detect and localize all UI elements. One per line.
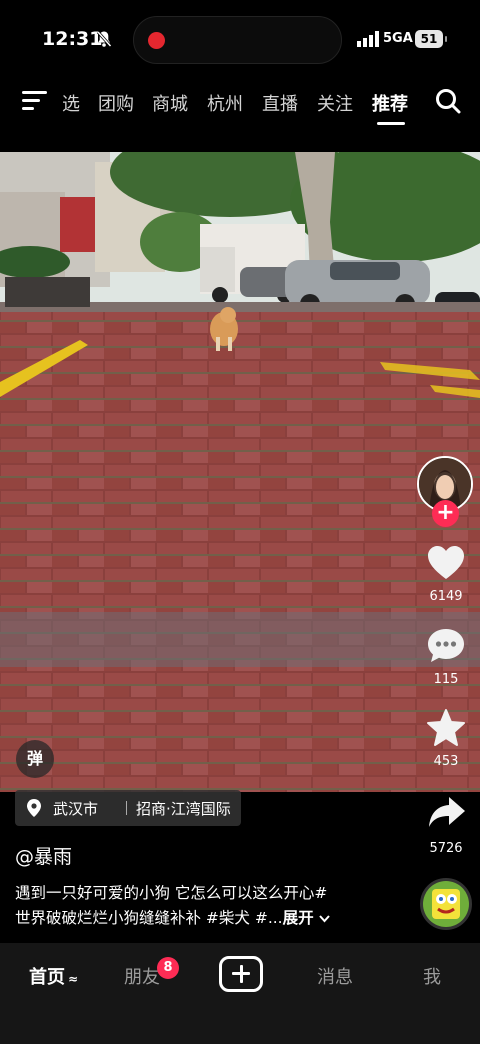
video-player[interactable] [0, 152, 480, 792]
caption-line-2: 世界破破烂烂小狗缝缝补补 #柴犬 #... [15, 909, 283, 927]
refresh-icon: ≈ [68, 972, 79, 986]
status-bar: 12:31 5GA 51 [0, 0, 480, 80]
create-post-button[interactable] [219, 956, 263, 992]
tab-home[interactable]: 首页 ≈ [29, 963, 78, 989]
author-handle[interactable]: @暴雨 [15, 842, 72, 869]
recording-indicator [148, 32, 165, 49]
share-count: 5726 [429, 841, 463, 856]
bottom-tab-bar: 首页 ≈ 朋友 8 消息 我 [0, 943, 480, 1044]
location-pin-icon [27, 799, 41, 817]
comment-icon[interactable] [426, 626, 466, 666]
menu-icon[interactable] [22, 91, 47, 111]
friends-badge: 8 [157, 957, 179, 979]
tab-mall[interactable]: 商城 [152, 90, 188, 116]
network-type: 5GA [383, 31, 413, 46]
active-tab-indicator [377, 122, 405, 125]
tab-following[interactable]: 关注 [317, 90, 353, 116]
danmu-toggle-button[interactable]: 弹 [16, 740, 54, 778]
location-divider [126, 801, 127, 815]
post-caption: 遇到一只好可爱的小狗 它怎么可以这么开心# 世界破破烂烂小狗缝缝补补 #柴犬 #… [15, 881, 410, 931]
location-place: 招商·江湾国际 [136, 800, 231, 818]
share-arrow-icon[interactable] [427, 795, 467, 831]
tab-recommend[interactable]: 推荐 [372, 90, 408, 116]
favorite-count: 453 [433, 754, 459, 769]
favorite-star-icon[interactable] [426, 708, 466, 748]
location-city: 武汉市 [53, 800, 99, 818]
follow-button[interactable]: + [432, 500, 459, 527]
caption-line-1: 遇到一只好可爱的小狗 它怎么可以这么开心# [15, 884, 328, 902]
signal-strength-icon [357, 31, 379, 47]
clock: 12:31 [42, 28, 103, 50]
tab-live[interactable]: 直播 [262, 90, 298, 116]
tab-group-buy[interactable]: 团购 [98, 90, 134, 116]
battery-indicator: 51 [415, 30, 447, 48]
dynamic-island [133, 16, 342, 64]
bell-muted-icon [96, 31, 112, 47]
tab-select[interactable]: 选 [62, 90, 80, 116]
tab-hangzhou[interactable]: 杭州 [207, 90, 243, 116]
location-chip[interactable]: 武汉市 招商·江湾国际 [15, 790, 241, 826]
video-frame [0, 152, 480, 792]
top-nav: 选 团购 商城 杭州 直播 关注 推荐 [0, 82, 480, 125]
chevron-down-icon [319, 915, 330, 923]
tab-friends[interactable]: 朋友 [124, 963, 160, 989]
like-heart-icon[interactable] [426, 543, 466, 583]
expand-caption-button[interactable]: 展开 [283, 909, 330, 927]
like-count: 6149 [429, 589, 463, 604]
tab-me[interactable]: 我 [423, 963, 441, 989]
search-icon[interactable] [435, 88, 461, 114]
comment-count: 115 [433, 672, 459, 687]
music-disc[interactable] [420, 878, 472, 930]
tab-messages[interactable]: 消息 [317, 963, 353, 989]
